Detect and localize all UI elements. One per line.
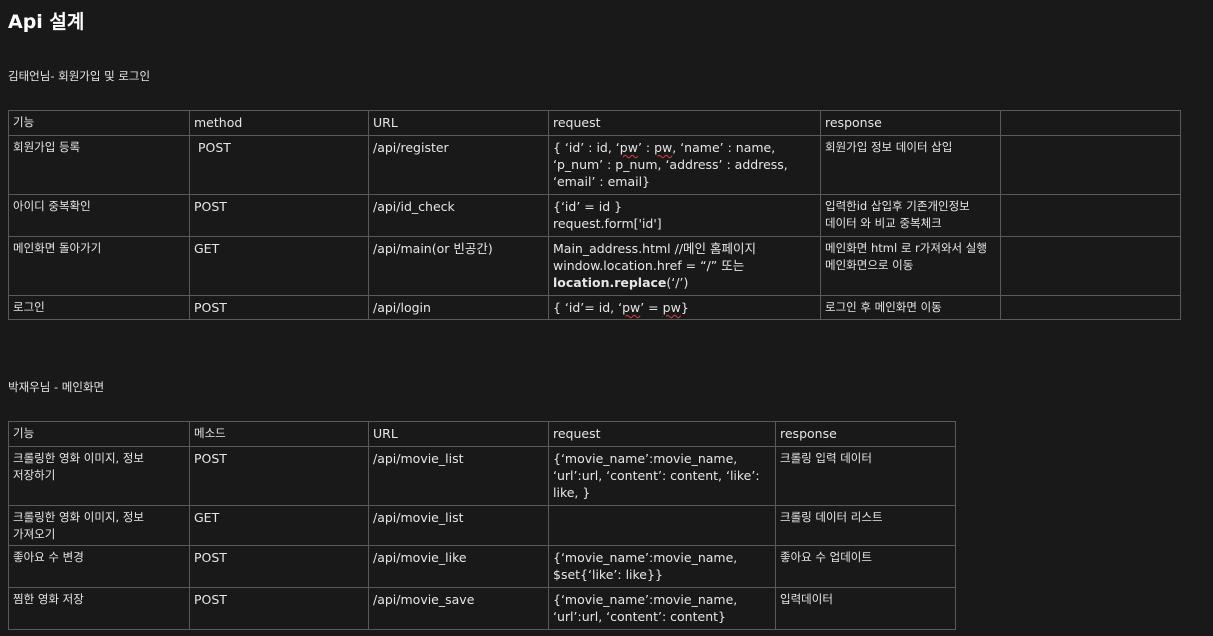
misspelled-word: pw <box>619 140 638 155</box>
method-cell: GET <box>189 505 369 546</box>
request-text: ’ = <box>640 300 663 315</box>
feature-cell: 찜한 영화 저장 <box>8 587 190 630</box>
table-row: 좋아요 수 변경 POST /api/movie_like {‘movie_na… <box>8 545 956 588</box>
url-cell: /api/login <box>368 295 549 320</box>
url-cell: /api/id_check <box>368 194 549 237</box>
request-cell: { ‘id’= id, ‘pw’ = pw} <box>548 295 821 320</box>
request-line: {‘id’ = id } <box>553 199 623 214</box>
table-row: 메인화면 돌아가기 GET /api/main(or 빈공간) Main_add… <box>8 236 1181 296</box>
response-cell: 크롤링 데이터 리스트 <box>775 505 956 546</box>
header-cell-response: response <box>775 421 956 447</box>
extra-cell <box>1000 135 1181 195</box>
header-cell-url: URL <box>368 110 549 136</box>
response-cell: 회원가입 정보 데이터 삽입 <box>820 135 1001 195</box>
api-table-main-screen: 기능 메소드 URL request response 크롤링한 영화 이미지,… <box>8 421 956 630</box>
request-line: window.location.href = “/” 또는 <box>553 258 745 273</box>
url-cell: /api/movie_like <box>368 545 549 588</box>
header-cell-method: 메소드 <box>189 421 369 447</box>
response-cell: 입력한id 삽입후 기존개인정보 데이터 와 비교 중복체크 <box>820 194 1001 237</box>
header-cell-empty <box>1000 110 1181 136</box>
table-row: 크롤링한 영화 이미지, 정보 가져오기 GET /api/movie_list… <box>8 505 956 546</box>
response-cell: 입력데이터 <box>775 587 956 630</box>
table-header-row: 기능 메소드 URL request response <box>8 421 956 447</box>
method-cell: POST <box>189 194 369 237</box>
response-cell: 크롤링 입력 데이터 <box>775 446 956 506</box>
request-cell: {‘movie_name’:movie_name, ‘url’:url, ‘co… <box>548 587 776 630</box>
misspelled-word: pw <box>662 300 681 315</box>
section-heading-main-screen: 박재우님 - 메인화면 <box>8 380 105 394</box>
request-text: } <box>680 300 689 315</box>
page-title: Api 설계 <box>8 11 85 33</box>
table-row: 로그인 POST /api/login { ‘id’= id, ‘pw’ = p… <box>8 295 1181 320</box>
url-cell: /api/main(or 빈공간) <box>368 236 549 296</box>
feature-cell: 크롤링한 영화 이미지, 정보 가져오기 <box>8 505 190 546</box>
table-row: 찜한 영화 저장 POST /api/movie_save {‘movie_na… <box>8 587 956 630</box>
method-cell: POST <box>189 295 369 320</box>
request-text: ’ : <box>637 140 655 155</box>
feature-cell: 크롤링한 영화 이미지, 정보 저장하기 <box>8 446 190 506</box>
response-cell: 좋아요 수 업데이트 <box>775 545 956 588</box>
request-line: location.replace(‘/’) <box>553 274 816 291</box>
misspelled-word: pw <box>622 300 641 315</box>
request-code: (‘/’) <box>666 275 689 290</box>
request-text: { ‘id’= id, ‘ <box>553 300 623 315</box>
header-cell-feature: 기능 <box>8 421 190 447</box>
request-code-bold: location.replace <box>553 275 667 290</box>
request-cell <box>548 505 776 546</box>
request-line: request.form['id'] <box>553 216 662 231</box>
extra-cell <box>1000 236 1181 296</box>
extra-cell <box>1000 295 1181 320</box>
request-text: { ‘id’ : id, ‘ <box>553 140 620 155</box>
misspelled-word: pw <box>654 140 673 155</box>
request-line: Main_address.html //메인 홈페이지 <box>553 241 757 256</box>
api-table-signup-login: 기능 method URL request response 회원가입 등록 P… <box>8 110 1181 320</box>
feature-cell: 아이디 중복확인 <box>8 194 190 237</box>
url-cell: /api/movie_list <box>368 505 549 546</box>
request-cell: {‘movie_name’:movie_name, $set{‘like’: l… <box>548 545 776 588</box>
table-row: 회원가입 등록 POST /api/register { ‘id’ : id, … <box>8 135 1181 195</box>
response-cell: 메인화면 html 로 r가져와서 실행 메인화면으로 이동 <box>820 236 1001 296</box>
header-cell-request: request <box>548 110 821 136</box>
request-cell: {‘movie_name’:movie_name, ‘url’:url, ‘co… <box>548 446 776 506</box>
request-cell: {‘id’ = id } request.form['id'] <box>548 194 821 237</box>
method-cell: POST <box>189 587 369 630</box>
header-cell-response: response <box>820 110 1001 136</box>
header-cell-feature: 기능 <box>8 110 190 136</box>
header-cell-method: method <box>189 110 369 136</box>
method-cell: GET <box>189 236 369 296</box>
request-cell: Main_address.html //메인 홈페이지 window.locati… <box>548 236 821 296</box>
header-cell-request: request <box>548 421 776 447</box>
header-cell-url: URL <box>368 421 549 447</box>
method-cell: POST <box>189 545 369 588</box>
method-cell: POST <box>189 446 369 506</box>
feature-cell: 로그인 <box>8 295 190 320</box>
url-cell: /api/movie_save <box>368 587 549 630</box>
response-cell: 로그인 후 메인화면 이동 <box>820 295 1001 320</box>
request-cell: { ‘id’ : id, ‘pw’ : pw, ‘name’ : name, ‘… <box>548 135 821 195</box>
feature-cell: 좋아요 수 변경 <box>8 545 190 588</box>
table-row: 아이디 중복확인 POST /api/id_check {‘id’ = id }… <box>8 194 1181 237</box>
url-cell: /api/movie_list <box>368 446 549 506</box>
extra-cell <box>1000 194 1181 237</box>
feature-cell: 회원가입 등록 <box>8 135 190 195</box>
table-header-row: 기능 method URL request response <box>8 110 1181 136</box>
method-cell: POST <box>189 135 369 195</box>
section-heading-signup-login: 김태언님- 회원가입 및 로그인 <box>8 69 151 83</box>
url-cell: /api/register <box>368 135 549 195</box>
feature-cell: 메인화면 돌아가기 <box>8 236 190 296</box>
table-row: 크롤링한 영화 이미지, 정보 저장하기 POST /api/movie_lis… <box>8 446 956 506</box>
